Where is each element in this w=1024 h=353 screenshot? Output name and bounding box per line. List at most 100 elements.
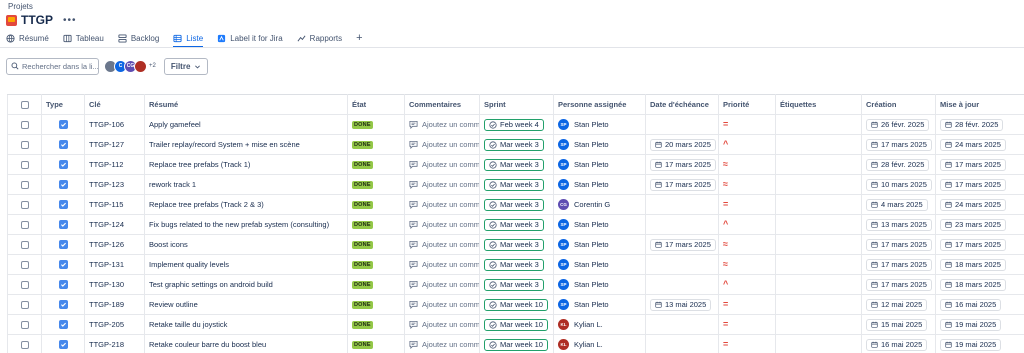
labels-cell[interactable] [775, 134, 862, 155]
type-cell[interactable] [41, 254, 85, 275]
due-date-cell[interactable]: 17 mars 2025 [645, 154, 719, 175]
sprint-cell[interactable]: Mar week 10 [479, 334, 554, 353]
due-date-field[interactable]: 13 mai 2025 [650, 298, 712, 311]
table-row[interactable]: TTGP-205 Retake taille du joystick DONE Ajo… [7, 314, 1024, 335]
status-badge[interactable]: DONE [352, 201, 373, 209]
row-checkbox[interactable] [20, 241, 29, 249]
assignee-cell[interactable]: SP Stan Pleto [553, 174, 646, 195]
sprint-cell[interactable]: Mar week 3 [479, 274, 554, 295]
comments-cell[interactable]: Ajoutez un comm [404, 174, 480, 195]
assignee-cell[interactable]: KL Kylian L. [553, 314, 646, 335]
due-date-cell[interactable]: 20 mars 2025 [645, 134, 719, 155]
type-cell[interactable] [41, 154, 85, 175]
type-cell[interactable] [41, 214, 85, 235]
status-badge[interactable]: DONE [352, 261, 373, 269]
labels-cell[interactable] [775, 274, 862, 295]
status-cell[interactable]: DONE [347, 274, 405, 295]
issue-summary[interactable]: Test graphic settings on android build [144, 274, 348, 295]
add-tab-button[interactable]: + [356, 32, 362, 44]
type-cell[interactable] [41, 314, 85, 335]
status-badge[interactable]: DONE [352, 301, 373, 309]
comments-cell[interactable]: Ajoutez un comm [404, 134, 480, 155]
labels-cell[interactable] [775, 334, 862, 353]
status-cell[interactable]: DONE [347, 254, 405, 275]
priority-cell[interactable]: = [718, 114, 776, 135]
labels-cell[interactable] [775, 234, 862, 255]
comments-cell[interactable]: Ajoutez un comm [404, 214, 480, 235]
table-row[interactable]: TTGP-124 Fix bugs related to the new pref… [7, 214, 1024, 235]
comments-cell[interactable]: Ajoutez un comm [404, 194, 480, 215]
avatars-more-count[interactable]: +2 [149, 63, 156, 69]
search-box[interactable] [6, 57, 99, 75]
sprint-lozenge[interactable]: Mar week 3 [484, 238, 544, 251]
priority-cell[interactable]: ≈ [718, 174, 776, 195]
due-date-cell[interactable] [645, 274, 719, 295]
status-badge[interactable]: DONE [352, 341, 373, 349]
labels-cell[interactable] [775, 294, 862, 315]
task-type-icon[interactable] [58, 180, 68, 190]
issue-summary[interactable]: Boost icons [144, 234, 348, 255]
issue-summary[interactable]: Replace tree prefabs (Track 2 & 3) [144, 194, 348, 215]
table-row[interactable]: TTGP-123 rework track 1 DONE Ajoutez un com… [7, 174, 1024, 195]
assignee-cell[interactable]: SP Stan Pleto [553, 274, 646, 295]
avatar[interactable] [134, 59, 147, 73]
priority-cell[interactable]: = [718, 194, 776, 215]
type-cell[interactable] [41, 114, 85, 135]
column-header-due-date[interactable]: Date d'échéance [645, 94, 719, 115]
status-cell[interactable]: DONE [347, 314, 405, 335]
column-header-type[interactable]: Type [41, 94, 85, 115]
column-header-status[interactable]: État [347, 94, 405, 115]
task-type-icon[interactable] [58, 260, 68, 270]
labels-cell[interactable] [775, 214, 862, 235]
assignee-cell[interactable]: KL Kylian L. [553, 334, 646, 353]
row-checkbox[interactable] [20, 301, 29, 309]
issue-key[interactable]: TTGP-106 [84, 114, 145, 135]
sprint-lozenge[interactable]: Mar week 3 [484, 258, 544, 271]
issue-summary[interactable]: Implement quality levels [144, 254, 348, 275]
table-row[interactable]: TTGP-130 Test graphic settings on android… [7, 274, 1024, 295]
status-badge[interactable]: DONE [352, 181, 373, 189]
table-row[interactable]: TTGP-115 Replace tree prefabs (Track 2 & … [7, 194, 1024, 215]
column-header-labels[interactable]: Étiquettes [775, 94, 862, 115]
sprint-cell[interactable]: Mar week 3 [479, 254, 554, 275]
task-type-icon[interactable] [58, 220, 68, 230]
status-cell[interactable]: DONE [347, 294, 405, 315]
issue-summary[interactable]: rework track 1 [144, 174, 348, 195]
sprint-cell[interactable]: Mar week 10 [479, 314, 554, 335]
due-date-cell[interactable] [645, 314, 719, 335]
comments-cell[interactable]: Ajoutez un comm [404, 274, 480, 295]
comments-cell[interactable]: Ajoutez un comm [404, 154, 480, 175]
due-date-cell[interactable] [645, 334, 719, 353]
priority-cell[interactable]: ≈ [718, 154, 776, 175]
table-row[interactable]: TTGP-131 Implement quality levels DONE Ajou… [7, 254, 1024, 275]
task-type-icon[interactable] [58, 120, 68, 130]
type-cell[interactable] [41, 194, 85, 215]
comments-cell[interactable]: Ajoutez un comm [404, 314, 480, 335]
row-checkbox[interactable] [20, 221, 29, 229]
tab-resume[interactable]: Résumé [6, 31, 49, 45]
comments-cell[interactable]: Ajoutez un comm [404, 254, 480, 275]
issue-key[interactable]: TTGP-127 [84, 134, 145, 155]
sprint-cell[interactable]: Mar week 3 [479, 174, 554, 195]
due-date-field[interactable]: 17 mars 2025 [650, 238, 716, 251]
issue-key[interactable]: TTGP-123 [84, 174, 145, 195]
tab-tableau[interactable]: Tableau [63, 31, 104, 45]
column-header-assignee[interactable]: Personne assignée [553, 94, 646, 115]
due-date-cell[interactable] [645, 254, 719, 275]
priority-cell[interactable]: ^ [718, 214, 776, 235]
comments-cell[interactable]: Ajoutez un comm [404, 234, 480, 255]
issue-summary[interactable]: Replace tree prefabs (Track 1) [144, 154, 348, 175]
tab-label-it-for-jira[interactable]: Label it for Jira [217, 31, 283, 45]
priority-cell[interactable]: ^ [718, 274, 776, 295]
sprint-lozenge[interactable]: Mar week 3 [484, 198, 544, 211]
sprint-lozenge[interactable]: Mar week 10 [484, 338, 548, 351]
assignee-cell[interactable]: SP Stan Pleto [553, 254, 646, 275]
status-badge[interactable]: DONE [352, 221, 373, 229]
filter-button[interactable]: Filtre [163, 57, 209, 75]
task-type-icon[interactable] [58, 200, 68, 210]
labels-cell[interactable] [775, 194, 862, 215]
issue-summary[interactable]: Retake couleur barre du boost bleu [144, 334, 348, 353]
row-checkbox[interactable] [20, 121, 29, 129]
due-date-cell[interactable] [645, 214, 719, 235]
column-header-key[interactable]: Clé [84, 94, 145, 115]
